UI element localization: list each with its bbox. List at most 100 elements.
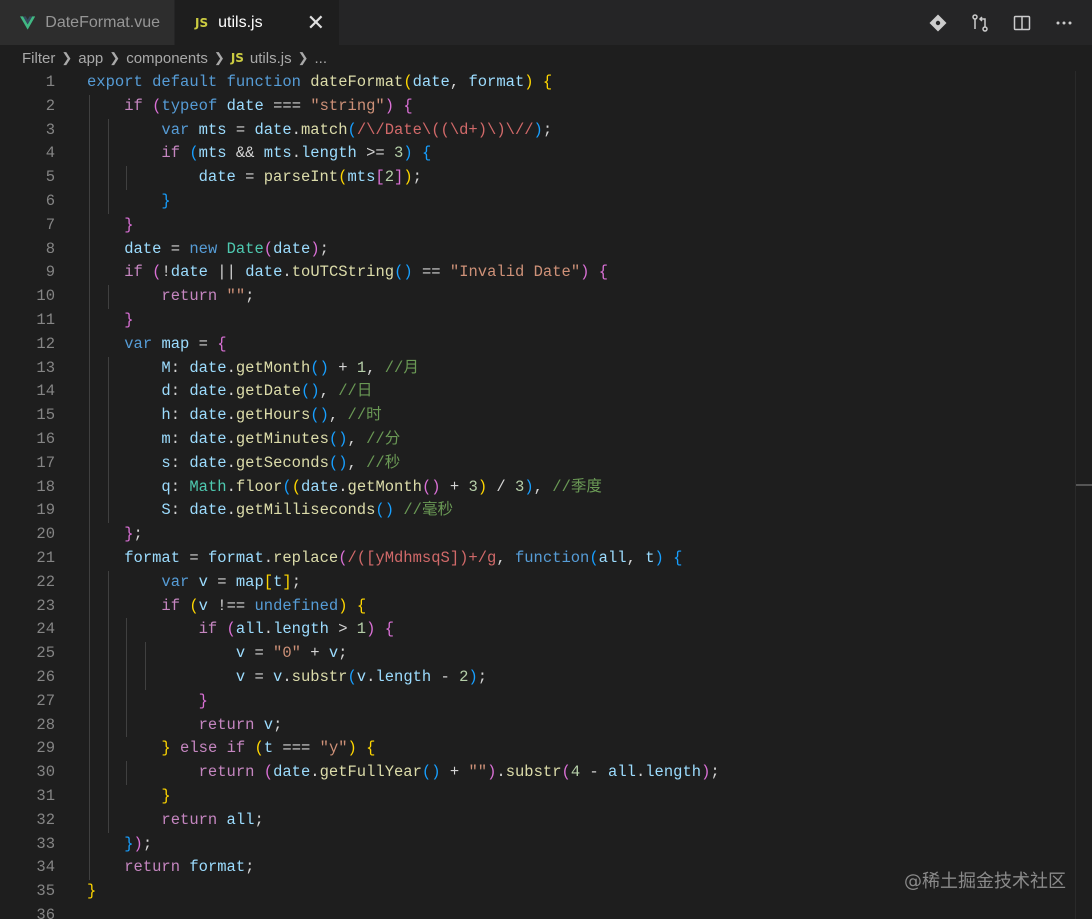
code-line[interactable]: 32 return all; bbox=[0, 808, 1076, 833]
code-text: d: date.getDate(), //日 bbox=[161, 382, 373, 401]
close-icon[interactable]: ✕ bbox=[307, 11, 325, 34]
code-line[interactable]: 1 export default function dateFormat(date… bbox=[0, 71, 1076, 95]
code-line[interactable]: 23 if (v !== undefined) { bbox=[0, 594, 1076, 619]
line-number: 26 bbox=[36, 667, 55, 686]
line-number: 35 bbox=[36, 882, 55, 901]
code-line[interactable]: 22 var v = map[t]; bbox=[0, 570, 1076, 595]
code-line[interactable]: 10 return ""; bbox=[0, 285, 1076, 309]
code-text: } bbox=[161, 191, 171, 210]
code-text: date = new Date(date); bbox=[124, 239, 329, 258]
chevron-right-icon: ❯ bbox=[109, 50, 121, 65]
code-text: v = v.substr(v.length - 2); bbox=[235, 667, 488, 686]
code-text: m: date.getMinutes(), //分 bbox=[161, 429, 401, 448]
line-number: 34 bbox=[36, 858, 55, 877]
chevron-right-icon: ❯ bbox=[213, 50, 225, 65]
code-text: return v; bbox=[198, 715, 283, 734]
line-number: 24 bbox=[36, 620, 55, 639]
code-line[interactable]: 13 M: date.getMonth() + 1, //月 bbox=[0, 356, 1076, 381]
breadcrumb: Filter ❯ app ❯ components ❯ JS utils.js … bbox=[0, 45, 1092, 71]
line-number: 3 bbox=[45, 120, 55, 139]
code-line[interactable]: 30 return (date.getFullYear() + "").subs… bbox=[0, 761, 1076, 785]
git-commit-icon[interactable] bbox=[928, 13, 948, 33]
code-line[interactable]: 16 m: date.getMinutes(), //分 bbox=[0, 427, 1076, 452]
line-number: 8 bbox=[45, 239, 55, 258]
code-line[interactable]: 6 } bbox=[0, 189, 1076, 214]
line-number: 30 bbox=[36, 763, 55, 782]
line-number: 17 bbox=[36, 453, 55, 472]
line-number: 14 bbox=[36, 382, 55, 401]
line-number: 28 bbox=[36, 715, 55, 734]
line-number: 4 bbox=[45, 144, 55, 163]
code-text: }); bbox=[124, 834, 153, 853]
code-text: v = "0" + v; bbox=[235, 644, 348, 663]
code-text: } bbox=[124, 310, 134, 329]
chevron-right-icon: ❯ bbox=[61, 50, 73, 65]
code-line[interactable]: 12 var map = { bbox=[0, 332, 1076, 357]
split-editor-icon[interactable] bbox=[1012, 13, 1032, 33]
code-text: var mts = date.match(/\/Date\((\d+)\)\//… bbox=[161, 120, 553, 139]
code-text: var v = map[t]; bbox=[161, 572, 302, 591]
tab-bar: DateFormat.vue JS utils.js ✕ bbox=[0, 0, 1092, 45]
code-text: if (typeof date === "string") { bbox=[124, 96, 413, 115]
line-number: 15 bbox=[36, 406, 55, 425]
code-text: export default function dateFormat(date,… bbox=[87, 73, 553, 91]
code-line[interactable]: 19 S: date.getMilliseconds() //毫秒 bbox=[0, 499, 1076, 524]
line-number: 23 bbox=[36, 596, 55, 615]
code-line[interactable]: 5 date = parseInt(mts[2]); bbox=[0, 166, 1076, 190]
line-number: 5 bbox=[45, 168, 55, 187]
breadcrumb-item-file[interactable]: utils.js bbox=[250, 50, 292, 67]
scrollbar-marker bbox=[1076, 484, 1092, 486]
code-text: return all; bbox=[161, 810, 264, 829]
code-line[interactable]: 9 if (!date || date.toUTCString() == "In… bbox=[0, 261, 1076, 286]
code-line[interactable]: 7 } bbox=[0, 213, 1076, 238]
code-line[interactable]: 2 if (typeof date === "string") { bbox=[0, 94, 1076, 119]
code-editor[interactable]: 1 export default function dateFormat(date… bbox=[0, 71, 1076, 919]
line-number: 7 bbox=[45, 215, 55, 234]
line-number: 11 bbox=[36, 310, 55, 329]
code-line[interactable]: 15 h: date.getHours(), //时 bbox=[0, 404, 1076, 428]
code-line[interactable]: 14 d: date.getDate(), //日 bbox=[0, 380, 1076, 405]
line-number: 19 bbox=[36, 501, 55, 520]
line-number: 22 bbox=[36, 572, 55, 591]
breadcrumb-item-app[interactable]: app bbox=[78, 50, 103, 67]
line-number: 9 bbox=[45, 263, 55, 282]
code-line[interactable]: 29 } else if (t === "y") { bbox=[0, 737, 1076, 762]
line-number: 21 bbox=[36, 548, 55, 567]
tab-dateformat-vue[interactable]: DateFormat.vue bbox=[0, 0, 175, 45]
code-line[interactable]: 26 v = v.substr(v.length - 2); bbox=[0, 665, 1076, 690]
code-line[interactable]: 25 v = "0" + v; bbox=[0, 642, 1076, 666]
line-number: 1 bbox=[45, 73, 55, 91]
breadcrumb-item-filter[interactable]: Filter bbox=[22, 50, 55, 67]
code-line[interactable]: 31 } bbox=[0, 784, 1076, 809]
tab-label: DateFormat.vue bbox=[45, 13, 160, 31]
code-line[interactable]: 4 if (mts && mts.length >= 3) { bbox=[0, 142, 1076, 167]
vertical-scrollbar[interactable] bbox=[1075, 71, 1092, 919]
line-number: 16 bbox=[36, 429, 55, 448]
watermark: @稀土掘金技术社区 bbox=[904, 871, 1066, 892]
code-line[interactable]: 18 q: Math.floor((date.getMonth() + 3) /… bbox=[0, 475, 1076, 500]
code-line[interactable]: 8 date = new Date(date); bbox=[0, 237, 1076, 262]
code-line[interactable]: 20 }; bbox=[0, 523, 1076, 547]
code-line[interactable]: 33 }); bbox=[0, 832, 1076, 857]
code-text: return format; bbox=[124, 858, 255, 877]
breadcrumb-item-components[interactable]: components bbox=[126, 50, 208, 67]
tab-utils-js[interactable]: JS utils.js ✕ bbox=[175, 0, 340, 45]
code-text: if (!date || date.toUTCString() == "Inva… bbox=[124, 263, 609, 282]
js-icon: JS bbox=[195, 15, 209, 30]
code-line[interactable]: 28 return v; bbox=[0, 713, 1076, 738]
breadcrumb-item-symbol[interactable]: ... bbox=[315, 50, 328, 67]
compare-changes-icon[interactable] bbox=[970, 13, 990, 33]
code-line[interactable]: 36 bbox=[0, 904, 1076, 919]
code-line[interactable]: 11 } bbox=[0, 308, 1076, 333]
more-actions-icon[interactable] bbox=[1054, 13, 1074, 33]
code-line[interactable]: 24 if (all.length > 1) { bbox=[0, 618, 1076, 643]
code-text: format = format.replace(/([yMdhmsqS])+/g… bbox=[124, 548, 683, 567]
line-number: 27 bbox=[36, 691, 55, 710]
code-line[interactable]: 17 s: date.getSeconds(), //秒 bbox=[0, 451, 1076, 476]
line-number: 32 bbox=[36, 810, 55, 829]
code-text: return ""; bbox=[161, 287, 255, 306]
line-number: 36 bbox=[36, 905, 55, 919]
code-line[interactable]: 27 } bbox=[0, 689, 1076, 714]
code-line[interactable]: 3 var mts = date.match(/\/Date\((\d+)\)\… bbox=[0, 118, 1076, 143]
code-line[interactable]: 21 format = format.replace(/([yMdhmsqS])… bbox=[0, 546, 1076, 571]
